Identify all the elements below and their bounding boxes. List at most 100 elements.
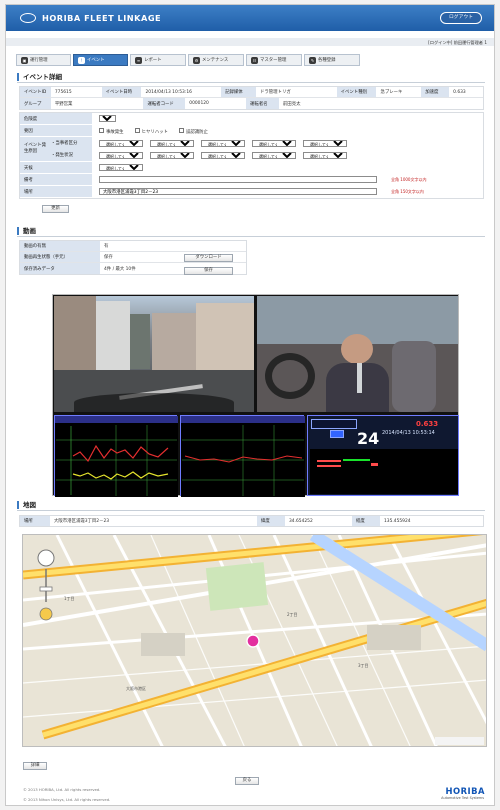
place-label: 場所	[20, 186, 92, 197]
map-row: 場所 大阪市港区浦霞3丁目2－23 緯度 34.654252 経度 135.45…	[20, 516, 483, 526]
horiba-brand: HORIBA	[445, 786, 485, 796]
video-present-value: 有	[104, 244, 109, 249]
remarks-label: 備考	[20, 174, 92, 185]
event-type-value: 急ブレーキ	[380, 90, 403, 95]
checkbox-icon	[178, 128, 184, 133]
checkbox-icon	[134, 128, 140, 133]
cause-situation-select-4[interactable]: 選択してください	[252, 152, 296, 159]
factor-options: 事故発生 ヒヤリハット 誤認識防止	[99, 128, 208, 135]
event-row-1: イベントID 775615 イベント日時 2014/04/13 10:53:16…	[20, 87, 483, 98]
page-frame: HORIBA FLEET LINKAGE ログアウト [ログイン中] 前田運行管…	[5, 4, 495, 806]
map-label-1: 1丁目	[64, 596, 75, 601]
event-details-grid: イベントID 775615 イベント日時 2014/04/13 10:53:16…	[19, 86, 484, 110]
event-edit-form: 危険度 4 要因 事故発生 ヒヤリハット 誤認識防止 イベント発生原因 ・当事者…	[19, 112, 484, 199]
event-time-label: イベント日時	[101, 87, 142, 97]
timestamp-readout: 2014/04/13 10:53:14	[382, 430, 435, 436]
event-type-label: イベント種別	[336, 87, 377, 97]
tab-registration[interactable]: ✎ 各種登録	[304, 54, 360, 66]
video-section-title: 動画	[17, 227, 36, 235]
cause-situation-select-2[interactable]: 選択してください	[150, 152, 194, 159]
factor-near-miss-option[interactable]: ヒヤリハット	[134, 128, 168, 135]
event-section-title: イベント詳細	[17, 73, 62, 81]
download-button[interactable]: ダウンロード	[184, 254, 233, 262]
location-map[interactable]: 1丁目 大阪市港区 2丁目 3丁目	[22, 534, 487, 747]
cause-party-label: ・当事者区分	[47, 137, 92, 149]
speed-readout: 24	[357, 429, 380, 448]
cause-party-selects: 選択してください 選択してください 選択してください 選択してください 選択して…	[99, 140, 347, 147]
record-type-value: ドラ管理トリガ	[259, 90, 291, 95]
remarks-limit-note: 全角 1000文字以内	[391, 177, 427, 182]
horiba-subtitle: Automotive Test Systems	[441, 796, 484, 800]
cause-situation-label: ・発生状況	[47, 149, 92, 161]
event-icon: !	[78, 56, 85, 64]
danger-level-label: 危険度	[20, 113, 92, 124]
logo-text: HORIBA FLEET LINKAGE	[42, 13, 162, 23]
map-place-value: 大阪市港区浦霞3丁目2－23	[54, 519, 110, 524]
event-section-divider	[17, 82, 485, 83]
save-video-button[interactable]: 保存	[184, 267, 233, 275]
speed-graph	[181, 416, 305, 497]
car-icon: ▣	[21, 56, 28, 64]
latitude-label: 緯度	[257, 516, 285, 526]
cause-party-select-4[interactable]: 選択してください	[252, 140, 296, 147]
cause-situation-selects: 選択してください 選択してください 選択してください 選択してください 選択して…	[99, 152, 347, 159]
tab-maintenance[interactable]: ⚙ メンテナンス	[188, 54, 244, 66]
factor-misrecognition-option[interactable]: 誤認識防止	[178, 128, 208, 135]
top-bar: HORIBA FLEET LINKAGE ログアウト	[6, 5, 494, 31]
saved-data-label: 保存済みデータ	[20, 263, 100, 274]
detail-button[interactable]: 詳細	[23, 762, 47, 770]
login-status-bar: [ログイン中] 前田運行管理者 1	[6, 38, 494, 46]
map-label-2: 大阪市港区	[126, 686, 146, 691]
tab-report[interactable]: ≡ レポート	[130, 54, 186, 66]
tab-event[interactable]: ! イベント	[73, 54, 128, 66]
remarks-input[interactable]	[99, 176, 377, 183]
edit-icon: ✎	[309, 56, 316, 64]
longitude-label: 経度	[352, 516, 380, 526]
video-state-label: 動画再生状態（手元）	[20, 252, 100, 262]
cabin-camera-view	[257, 296, 458, 412]
map-section-divider	[17, 510, 485, 511]
cause-situation-select-3[interactable]: 選択してください	[201, 152, 245, 159]
speed-graph-panel	[180, 415, 305, 497]
map-info-grid: 場所 大阪市港区浦霞3丁目2－23 緯度 34.654252 経度 135.45…	[19, 515, 484, 527]
weather-label: 天候	[20, 162, 92, 173]
event-id-value: 775615	[54, 89, 72, 95]
cause-situation-select-1[interactable]: 選択してください	[99, 152, 143, 159]
tab-master[interactable]: ☷ マスター管理	[246, 54, 302, 66]
event-id-label: イベントID	[20, 87, 51, 97]
tab-operation[interactable]: ▣ 運行管理	[16, 54, 71, 66]
front-camera-view	[54, 296, 254, 412]
place-input[interactable]	[99, 188, 377, 195]
longitude-value: 135.455924	[384, 518, 411, 524]
acceleration-label: 加速度	[421, 87, 450, 97]
event-row-2: グループ 平野営業 運転者コード 0000120 運転者名 前田亮太	[20, 98, 483, 109]
back-button[interactable]: 戻る	[235, 777, 259, 785]
cause-party-select-3[interactable]: 選択してください	[201, 140, 245, 147]
master-icon: ☷	[251, 56, 258, 64]
driver-code-label: 運転者コード	[143, 98, 186, 109]
video-row-1: 動画の有無 有	[20, 241, 246, 252]
driver-name-label: 運転者名	[246, 98, 279, 109]
cause-situation-select-5[interactable]: 選択してください	[303, 152, 347, 159]
logo-mark-icon	[20, 13, 36, 23]
danger-level-select[interactable]: 4	[99, 115, 116, 122]
driver-code-value: 0000120	[189, 101, 209, 106]
cause-party-select-2[interactable]: 選択してください	[150, 140, 194, 147]
logout-button[interactable]: ログアウト	[440, 12, 482, 24]
place-limit-note: 全角 150文字以内	[391, 189, 424, 194]
update-button[interactable]: 更新	[42, 205, 69, 213]
cause-party-select-1[interactable]: 選択してください	[99, 140, 143, 147]
login-status-text: [ログイン中] 前田運行管理者 1	[428, 39, 487, 45]
g-force-readout: 0.633	[416, 420, 439, 428]
factor-accident-option[interactable]: 事故発生	[99, 128, 124, 135]
driver-name-value: 前田亮太	[282, 101, 301, 107]
map-label-4: 3丁目	[358, 663, 369, 668]
cause-party-select-5[interactable]: 選択してください	[303, 140, 347, 147]
acceleration-graph-panel	[54, 415, 178, 497]
acceleration-value: 0.633	[453, 89, 466, 95]
latitude-value: 34.654252	[289, 518, 313, 524]
record-type-label: 記録媒体	[221, 87, 256, 97]
video-present-label: 動画の有無	[20, 241, 100, 251]
video-player[interactable]: 24 0.633 2014/04/13 10:53:14	[52, 294, 459, 497]
weather-select[interactable]: 選択してください	[99, 164, 143, 171]
